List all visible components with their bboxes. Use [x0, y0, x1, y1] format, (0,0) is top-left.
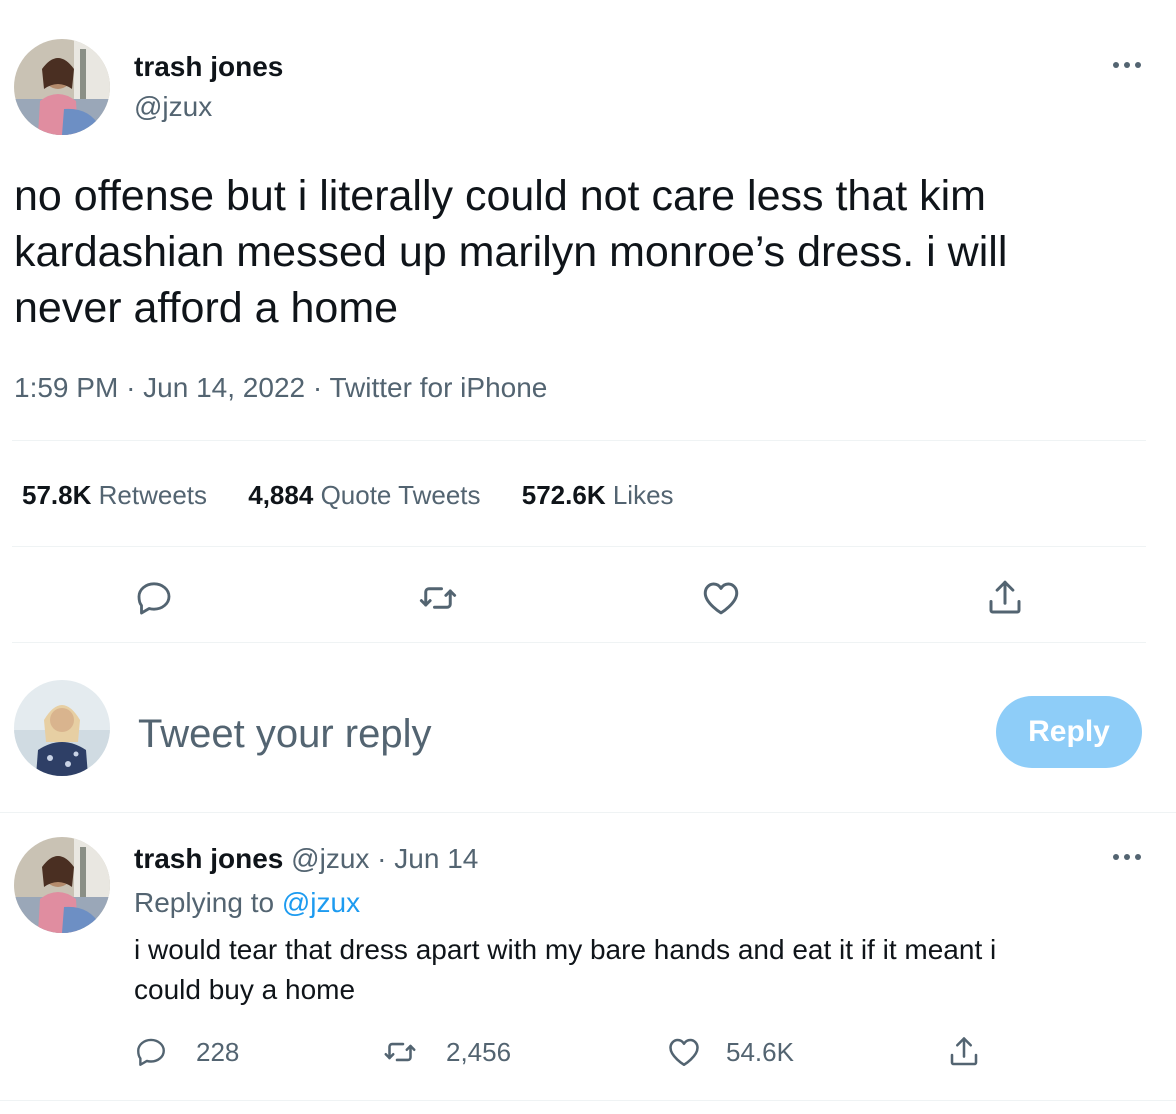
reply-submit-button[interactable]: Reply [996, 696, 1142, 768]
tweet-meta: 1:59 PM · Jun 14, 2022 · Twitter for iPh… [14, 370, 547, 406]
divider [12, 546, 1146, 547]
tweet-time[interactable]: 1:59 PM [14, 372, 118, 403]
share-icon [950, 1037, 978, 1066]
reply-like-button[interactable]: 54.6K [666, 1030, 794, 1074]
user-avatar[interactable] [14, 680, 110, 776]
retweet-count: 2,456 [446, 1036, 512, 1067]
reply-share-button[interactable] [946, 1030, 982, 1074]
author-name[interactable]: trash jones [134, 50, 283, 84]
replying-to-label: Replying to [134, 887, 275, 918]
reply-text: i would tear that dress apart with my ba… [134, 930, 1134, 1010]
ellipsis-icon [1113, 62, 1141, 68]
replying-to: Replying to @jzux [134, 886, 360, 920]
meta-separator: · [126, 372, 136, 403]
likes-count: 572.6K [521, 480, 606, 510]
like-icon [669, 1038, 699, 1067]
share-button[interactable] [977, 570, 1033, 626]
ellipsis-icon [1113, 854, 1141, 860]
reply-reply-button[interactable]: 228 [134, 1030, 239, 1074]
replying-to-handle[interactable]: @jzux [282, 887, 360, 918]
tweet-text: no offense but i literally could not car… [14, 172, 1008, 332]
like-button[interactable] [693, 570, 749, 626]
divider [12, 642, 1146, 643]
reply-button[interactable] [126, 570, 182, 626]
retweet-button[interactable] [410, 570, 466, 626]
reply-text-line: could buy a home [134, 974, 356, 1005]
reply-input[interactable]: Tweet your reply [138, 710, 938, 758]
divider [12, 440, 1146, 441]
stats-row: 57.8K Retweets 4,884 Quote Tweets 572.6K… [22, 478, 674, 512]
quotes-label: Quote Tweets [320, 480, 481, 510]
reply-count: 228 [196, 1036, 240, 1067]
share-icon [989, 580, 1021, 614]
tweet-date[interactable]: Jun 14, 2022 [143, 372, 305, 403]
retweet-icon [419, 587, 457, 609]
likes-label: Likes [612, 480, 674, 510]
like-icon [703, 582, 739, 615]
retweets-count: 57.8K [22, 480, 92, 510]
divider [0, 1100, 1176, 1101]
reply-author-name[interactable]: trash jones [134, 843, 283, 874]
reply-icon [137, 582, 171, 615]
quotes-count: 4,884 [248, 480, 314, 510]
reply-more-options-button[interactable] [1106, 844, 1148, 870]
reply-header: trash jones @jzux · Jun 14 [134, 842, 478, 876]
retweet-icon [384, 1042, 416, 1062]
reply-icon [137, 1038, 165, 1066]
quotes-stat[interactable]: 4,884 Quote Tweets [248, 480, 488, 510]
author-handle[interactable]: @jzux [134, 90, 212, 124]
likes-stat[interactable]: 572.6K Likes [522, 480, 674, 510]
reply-actions: 228 2,456 54.6K [134, 1030, 1034, 1074]
meta-separator: · [312, 372, 323, 403]
reply-author-avatar[interactable] [14, 837, 110, 933]
divider [0, 812, 1176, 813]
retweets-stat[interactable]: 57.8K Retweets [22, 480, 214, 510]
author-avatar[interactable] [14, 39, 110, 135]
reply-separator: · [377, 843, 387, 874]
retweets-label: Retweets [98, 480, 208, 510]
reply-date[interactable]: Jun 14 [394, 843, 478, 874]
reply-text-line: i would tear that dress apart with my ba… [134, 934, 997, 965]
tweet-source[interactable]: Twitter for iPhone [329, 372, 547, 403]
like-count: 54.6K [726, 1036, 794, 1067]
more-options-button[interactable] [1106, 52, 1148, 78]
reply-author-handle[interactable]: @jzux [291, 843, 369, 874]
reply-retweet-button[interactable]: 2,456 [382, 1030, 511, 1074]
